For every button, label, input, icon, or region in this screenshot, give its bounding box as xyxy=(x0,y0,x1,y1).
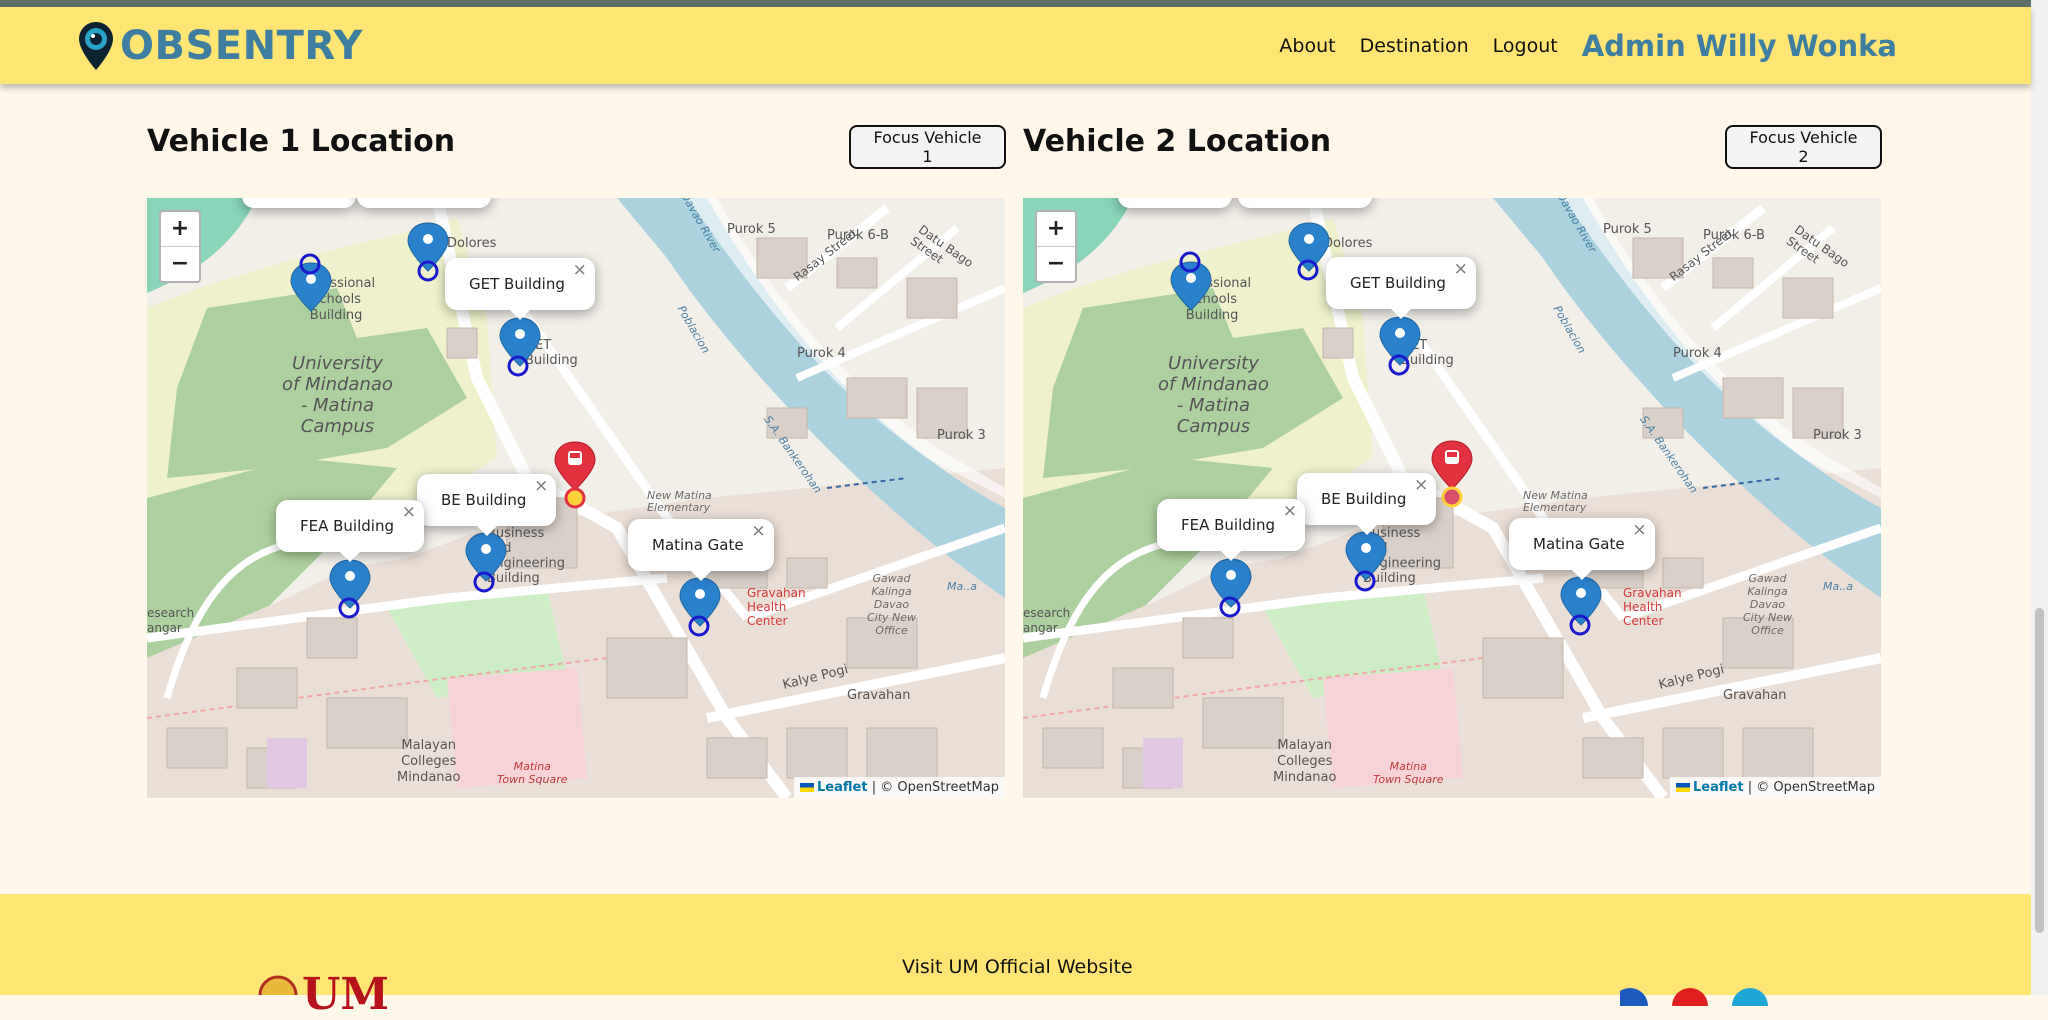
popup-be-building[interactable]: BE Building × xyxy=(417,474,557,536)
nav-links: About Destination Logout Admin Willy Won… xyxy=(1255,23,1897,69)
popup-partial-b xyxy=(357,198,491,208)
focus-vehicle-2-button[interactable]: Focus Vehicle 2 xyxy=(1725,125,1882,169)
popup-get-building[interactable]: GET Building × xyxy=(445,258,595,320)
popup-partial-b xyxy=(1238,198,1372,208)
popup-fea-building[interactable]: FEA Building × xyxy=(276,500,424,562)
vehicle-1-map[interactable]: + − Professional Schools Building Dolores … xyxy=(147,198,1005,798)
vehicle-2-map[interactable]: + − Professional Schools Building Dolores … xyxy=(1023,198,1881,798)
popup-tip xyxy=(509,310,530,320)
popup-partial-a xyxy=(1118,198,1232,208)
marker-dolores-icon[interactable] xyxy=(1288,222,1330,272)
vehicle-2-title: Vehicle 2 Location xyxy=(1023,124,1332,159)
vehicle-2-bus-marker-icon[interactable] xyxy=(1431,440,1473,490)
marker-professional-schools-icon[interactable] xyxy=(1170,261,1212,311)
um-website-link[interactable]: Visit UM Official Website xyxy=(902,956,1133,978)
popup-close-icon[interactable]: × xyxy=(534,460,548,512)
scrollbar[interactable] xyxy=(2031,0,2048,995)
popup-close-icon[interactable]: × xyxy=(573,244,587,296)
brand[interactable]: OBSENTRY xyxy=(78,17,363,75)
marker-matina-gate-icon[interactable] xyxy=(679,577,721,627)
popup-be-building[interactable]: BE Building × xyxy=(1297,473,1437,535)
focus-vehicle-1-button[interactable]: Focus Vehicle 1 xyxy=(849,125,1006,169)
popup-tip xyxy=(690,571,711,581)
twitter-icon[interactable] xyxy=(1732,988,1768,1006)
popup-matina-gate-label: Matina Gate xyxy=(652,536,744,554)
popup-matina-gate[interactable]: Matina Gate × xyxy=(1509,518,1655,580)
map-attribution: Leaflet | © OpenStreetMap xyxy=(1670,777,1881,798)
marker-matina-gate-icon[interactable] xyxy=(1560,576,1602,626)
vehicle-1-bus-marker-icon[interactable] xyxy=(554,441,596,491)
navbar: OBSENTRY About Destination Logout Admin … xyxy=(0,7,2031,84)
popup-tip xyxy=(1356,525,1377,535)
popup-be-building-label: BE Building xyxy=(1321,490,1407,508)
marker-get-building-icon[interactable] xyxy=(1379,316,1421,366)
marker-dolores-icon[interactable] xyxy=(407,222,449,272)
nav-destination[interactable]: Destination xyxy=(1360,35,1469,57)
osm-attribution[interactable]: | © OpenStreetMap xyxy=(872,780,999,795)
popup-close-icon[interactable]: × xyxy=(1454,243,1468,295)
popup-close-icon[interactable]: × xyxy=(402,486,416,538)
popup-matina-gate[interactable]: Matina Gate × xyxy=(628,519,774,581)
popup-tip xyxy=(1220,551,1241,561)
popup-close-icon[interactable]: × xyxy=(1283,485,1297,537)
popup-matina-gate-label: Matina Gate xyxy=(1533,535,1625,553)
um-logo[interactable]: UM xyxy=(250,969,420,1020)
eye-pin-logo-icon xyxy=(79,22,113,70)
nav-logout[interactable]: Logout xyxy=(1493,35,1558,57)
leaflet-link[interactable]: Leaflet xyxy=(817,780,868,795)
popup-partial-a xyxy=(242,198,356,208)
nav-about[interactable]: About xyxy=(1279,35,1335,57)
map-attribution: Leaflet | © OpenStreetMap xyxy=(794,777,1005,798)
popup-tip xyxy=(476,526,497,536)
leaflet-link[interactable]: Leaflet xyxy=(1693,780,1744,795)
marker-get-building-icon[interactable] xyxy=(499,317,541,367)
marker-professional-schools-icon[interactable] xyxy=(290,262,332,312)
popup-get-building-label: GET Building xyxy=(1350,274,1446,292)
youtube-icon[interactable] xyxy=(1672,988,1708,1006)
vehicle-1-title: Vehicle 1 Location xyxy=(147,124,456,159)
ukraine-flag-icon xyxy=(800,783,814,792)
popup-fea-building[interactable]: FEA Building × xyxy=(1157,499,1305,561)
osm-attribution[interactable]: | © OpenStreetMap xyxy=(1748,780,1875,795)
popup-get-building-label: GET Building xyxy=(469,275,565,293)
popup-close-icon[interactable]: × xyxy=(751,505,765,557)
popup-tip xyxy=(339,552,360,562)
popup-tip xyxy=(1390,309,1411,319)
popup-get-building[interactable]: GET Building × xyxy=(1326,257,1476,319)
facebook-icon[interactable] xyxy=(1620,988,1648,1006)
marker-fea-building-icon[interactable] xyxy=(329,559,371,609)
marker-fea-building-icon[interactable] xyxy=(1210,558,1252,608)
popup-fea-building-label: FEA Building xyxy=(300,517,394,535)
ukraine-flag-icon xyxy=(1676,783,1690,792)
popup-close-icon[interactable]: × xyxy=(1414,459,1428,511)
scrollbar-thumb[interactable] xyxy=(2035,608,2044,933)
popup-close-icon[interactable]: × xyxy=(1632,504,1646,556)
popup-tip xyxy=(1571,570,1592,580)
brand-name: OBSENTRY xyxy=(120,23,363,69)
popup-be-building-label: BE Building xyxy=(441,491,527,509)
popup-fea-building-label: FEA Building xyxy=(1181,516,1275,534)
top-strip xyxy=(0,0,2031,7)
social-icons xyxy=(1620,988,1768,1006)
user-name[interactable]: Admin Willy Wonka xyxy=(1582,29,1897,63)
